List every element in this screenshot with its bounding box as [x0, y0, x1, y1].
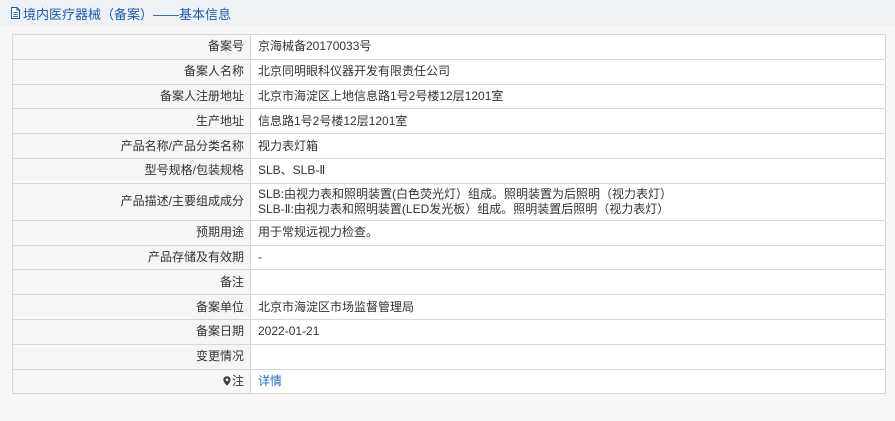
row-label-record-unit: 备案单位 [12, 294, 251, 320]
row-value-change-status [250, 343, 886, 370]
table-row: 变更情况 [12, 343, 886, 370]
description-line: SLB:由视力表和照明装置(白色荧光灯）组成。照明装置为后照明（视力表灯） [258, 186, 673, 201]
row-label-product-description: 产品描述/主要组成成分 [12, 182, 251, 221]
note-label-text: 注 [231, 373, 244, 388]
info-table: 备案号 京海械备20170033号 备案人名称 北京同明眼科仪器开发有限责任公司… [12, 34, 886, 395]
row-value-registrant-name: 北京同明眼科仪器开发有限责任公司 [250, 58, 886, 85]
content-area: 备案号 京海械备20170033号 备案人名称 北京同明眼科仪器开发有限责任公司… [0, 26, 895, 421]
table-row: 备案单位 北京市海淀区市场监督管理局 [12, 294, 886, 320]
row-label-production-address: 生产地址 [12, 108, 251, 135]
row-value-remarks [250, 269, 886, 296]
row-label-remarks: 备注 [12, 269, 251, 296]
row-value-product-description: SLB:由视力表和照明装置(白色荧光灯）组成。照明装置为后照明（视力表灯） SL… [250, 182, 886, 221]
row-label-record-date: 备案日期 [12, 318, 251, 345]
row-value-note: 详情 [250, 368, 886, 395]
table-row: 备案人名称 北京同明眼科仪器开发有限责任公司 [12, 58, 886, 85]
table-row: 备案号 京海械备20170033号 [12, 34, 886, 60]
row-value-record-unit: 北京市海淀区市场监督管理局 [250, 294, 886, 320]
table-row: 产品存储及有效期 - [12, 244, 886, 271]
row-label-intended-use: 预期用途 [12, 219, 251, 246]
table-row: 型号规格/包装规格 SLB、SLB-Ⅱ [12, 157, 886, 184]
row-value-record-number: 京海械备20170033号 [250, 34, 886, 60]
row-label-change-status: 变更情况 [12, 343, 251, 370]
table-row: 生产地址 信息路1号2号楼12层1201室 [12, 108, 886, 135]
table-row: 预期用途 用于常规远视力检查。 [12, 219, 886, 246]
row-label-model-spec: 型号规格/包装规格 [12, 157, 251, 184]
row-label-product-name: 产品名称/产品分类名称 [12, 133, 251, 159]
table-row: 备案日期 2022-01-21 [12, 318, 886, 345]
table-row: 备注 [12, 269, 886, 296]
row-value-model-spec: SLB、SLB-Ⅱ [250, 157, 886, 184]
row-label-registrant-name: 备案人名称 [12, 58, 251, 85]
table-row: 备案人注册地址 北京市海淀区上地信息路1号2号楼12层1201室 [12, 83, 886, 110]
row-value-record-date: 2022-01-21 [250, 318, 886, 345]
row-label-note: 注 [12, 368, 251, 395]
location-pin-icon [223, 376, 231, 386]
details-link[interactable]: 详情 [258, 374, 282, 388]
row-value-storage-validity: - [250, 244, 886, 271]
row-value-product-name: 视力表灯箱 [250, 133, 886, 159]
page-title: 境内医疗器械（备案）——基本信息 [23, 6, 232, 22]
table-row: 产品名称/产品分类名称 视力表灯箱 [12, 133, 886, 159]
row-value-intended-use: 用于常规远视力检查。 [250, 219, 886, 246]
table-row: 注 详情 [12, 368, 886, 395]
row-value-registrant-address: 北京市海淀区上地信息路1号2号楼12层1201室 [250, 83, 886, 110]
row-label-storage-validity: 产品存储及有效期 [12, 244, 251, 271]
row-value-production-address: 信息路1号2号楼12层1201室 [250, 108, 886, 135]
table-row: 产品描述/主要组成成分 SLB:由视力表和照明装置(白色荧光灯）组成。照明装置为… [12, 182, 886, 221]
row-label-registrant-address: 备案人注册地址 [12, 83, 251, 110]
row-label-record-number: 备案号 [12, 34, 251, 60]
description-line: SLB-Ⅱ:由视力表和照明装置(LED发光板）组成。照明装置后照明（视力表灯） [258, 201, 670, 216]
document-icon [10, 7, 21, 19]
page-header: 境内医疗器械（备案）——基本信息 [0, 0, 895, 26]
